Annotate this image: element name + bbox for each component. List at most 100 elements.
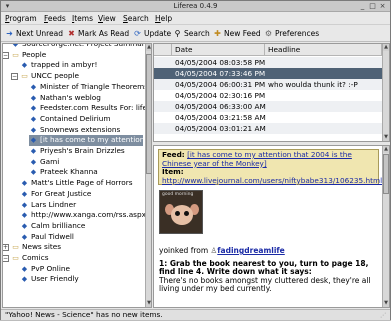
search-icon: ⚲ <box>174 29 181 38</box>
post-text: There's no books amongst my cluttered de… <box>159 275 371 294</box>
app-window: Liferea 0.4.9 ▾ _ □ × Program Feeds Item… <box>0 0 391 320</box>
item-row[interactable]: 04/05/2004 03:01:21 AM <box>154 123 382 134</box>
feed-icon: ◆ <box>21 179 28 188</box>
window-menu-icon[interactable]: ▾ <box>3 2 12 10</box>
feed-item-label: People <box>22 49 47 59</box>
column-header-headline[interactable]: Headline <box>265 44 382 56</box>
feed-item[interactable]: ◆ Lars Lindner <box>20 200 143 211</box>
scroll-up-icon[interactable]: ▲ <box>146 44 151 51</box>
maximize-icon[interactable]: □ <box>368 2 377 10</box>
feed-item[interactable]: ◆ trapped in ambyr! <box>20 60 143 71</box>
folder-item[interactable]: ▭ News sites <box>11 242 143 253</box>
feed-item[interactable]: ◆ Paul Tidwell <box>20 232 143 243</box>
mark-as-read-button[interactable]: ✖ Mark As Read <box>67 28 129 39</box>
folder-icon: ▭ <box>21 72 28 81</box>
item-list-panel: Date Headline 04/05/2004 08:03:58 PM 04/0… <box>153 43 390 142</box>
feed-item-label: UNCC people <box>31 71 80 81</box>
feed-icon: ◆ <box>21 275 28 284</box>
item-row[interactable]: 04/05/2004 08:03:58 PM <box>154 57 382 68</box>
poster-line: yoinked from ♙fadingdreamlife <box>159 246 285 255</box>
feed-item[interactable]: ◆ [it has come to my attention tha <box>29 135 151 146</box>
expander-icon[interactable]: − <box>3 51 9 59</box>
menu-view[interactable]: View <box>98 14 116 23</box>
column-header-status[interactable] <box>154 44 172 56</box>
item-view-scroll-thumb[interactable] <box>383 154 389 194</box>
feed-item[interactable]: ◆ Contained Delirium <box>29 114 143 125</box>
item-date: 04/05/2004 06:33:00 AM <box>175 102 266 111</box>
feed-item[interactable]: ◆ PvP Online <box>20 264 143 275</box>
poster-link[interactable]: fadingdreamlife <box>217 246 285 255</box>
item-row[interactable]: 04/05/2004 06:33:00 AM <box>154 101 382 112</box>
feed-icon: ◆ <box>30 93 37 102</box>
feed-item[interactable]: ◆ Gami <box>29 157 143 168</box>
item-row[interactable]: 04/05/2004 02:30:16 PM <box>154 90 382 101</box>
mark-read-icon: ✖ <box>68 29 75 38</box>
item-view-scrollbar[interactable]: ▲ ▼ <box>382 146 389 307</box>
new-feed-icon: ✚ <box>214 29 221 38</box>
resize-grip-icon[interactable]: ⋰ <box>380 311 388 319</box>
folder-item[interactable]: ▭ People <box>11 50 143 61</box>
feed-item[interactable]: ◆ Feedster.com Results For: lifere <box>29 103 151 114</box>
feed-icon: ◆ <box>21 232 28 241</box>
feed-item-label: Snownews extensions <box>40 124 121 134</box>
close-icon[interactable]: × <box>378 2 387 10</box>
feed-item[interactable]: ◆ Minister of Triangle Theorems <box>29 82 148 93</box>
item-date: 04/05/2004 08:03:58 PM <box>175 58 266 67</box>
feed-icon: ◆ <box>12 43 19 48</box>
expander-icon[interactable]: − <box>3 255 9 262</box>
update-button[interactable]: ⟳ Update <box>133 28 171 39</box>
feed-item[interactable]: ◆ Calm brilliance <box>20 221 143 232</box>
feed-list-scroll-thumb[interactable] <box>146 54 151 174</box>
feed-link[interactable]: [it has come to my attention that 2004 i… <box>162 150 352 168</box>
feed-icon: ◆ <box>21 189 28 198</box>
feed-icon: ◆ <box>30 147 37 155</box>
feed-item[interactable]: ◆ SourceForge.net: Project Summary <box>11 43 149 50</box>
title-bar: Liferea 0.4.9 ▾ _ □ × <box>1 1 390 12</box>
next-arrow-icon: ➜ <box>6 29 13 38</box>
item-link[interactable]: http://www.livejournal.com/users/niftyba… <box>162 176 382 185</box>
feed-item-label: Paul Tidwell <box>31 231 74 241</box>
feed-icon: ◆ <box>30 114 37 123</box>
menu-items[interactable]: Items <box>72 14 93 23</box>
feed-item[interactable]: ◆ User Friendly <box>20 274 143 285</box>
feed-list-scrollbar[interactable]: ▲ ▼ <box>145 44 151 307</box>
feed-item[interactable]: ◆ Prateek Khanna <box>29 167 143 178</box>
preferences-button[interactable]: ⚙ Preferences <box>264 28 319 39</box>
item-row[interactable]: 04/05/2004 06:00:31 PM who woulda thunk i… <box>154 79 382 90</box>
folder-icon: ▭ <box>12 50 19 59</box>
menu-feeds[interactable]: Feeds <box>44 14 66 23</box>
feed-item[interactable]: ◆ Snownews extensions <box>29 125 143 136</box>
scroll-down-icon[interactable]: ▼ <box>383 134 389 141</box>
expander-icon[interactable]: + <box>3 244 9 252</box>
feed-item[interactable]: ◆ Priyesh's Brain Drizzles <box>29 146 143 157</box>
column-header-date[interactable]: Date <box>172 44 265 56</box>
scroll-up-icon[interactable]: ▲ <box>383 146 389 153</box>
feed-item-label: Comics <box>22 253 49 262</box>
feed-item-label: For Great Justice <box>31 188 92 198</box>
feed-list-panel: ◆ SourceForge.net: Project Summary ▭ People… <box>2 43 152 308</box>
feed-icon: ◆ <box>30 82 37 91</box>
feed-item-label: Minister of Triangle Theorems <box>40 81 149 91</box>
item-row[interactable]: 04/05/2004 07:33:46 PM <box>154 68 382 79</box>
scroll-down-icon[interactable]: ▼ <box>146 300 151 307</box>
menu-program[interactable]: Program <box>5 14 37 23</box>
feed-item[interactable]: ◆ Nathan's weblog <box>29 93 143 104</box>
item-list-scrollbar[interactable]: ▲ ▼ <box>382 44 389 141</box>
menu-search[interactable]: Search <box>123 14 149 23</box>
feed-item[interactable]: ◆ Matt's Little Page of Horrors <box>20 178 143 189</box>
expander-icon[interactable]: − <box>11 73 18 81</box>
scroll-down-icon[interactable]: ▼ <box>383 300 389 307</box>
folder-item[interactable]: ▭ Comics <box>11 253 143 264</box>
menu-help[interactable]: Help <box>155 14 172 23</box>
folder-icon: ▭ <box>12 254 19 262</box>
new-feed-button[interactable]: ✚ New Feed <box>213 28 261 39</box>
item-row[interactable]: 04/05/2004 03:21:58 AM <box>154 112 382 123</box>
feed-item[interactable]: ◆ http://www.xanga.com/rss.aspx?us <box>20 210 151 221</box>
minimize-icon[interactable]: _ <box>358 2 367 10</box>
item-date: 04/05/2004 07:33:46 PM <box>175 69 266 78</box>
feed-item[interactable]: ◆ For Great Justice <box>20 189 143 200</box>
folder-item[interactable]: ▭ UNCC people <box>20 71 143 82</box>
scroll-up-icon[interactable]: ▲ <box>383 44 389 51</box>
next-unread-button[interactable]: ➜ Next Unread <box>5 28 63 39</box>
search-button[interactable]: ⚲ Search <box>173 28 210 39</box>
